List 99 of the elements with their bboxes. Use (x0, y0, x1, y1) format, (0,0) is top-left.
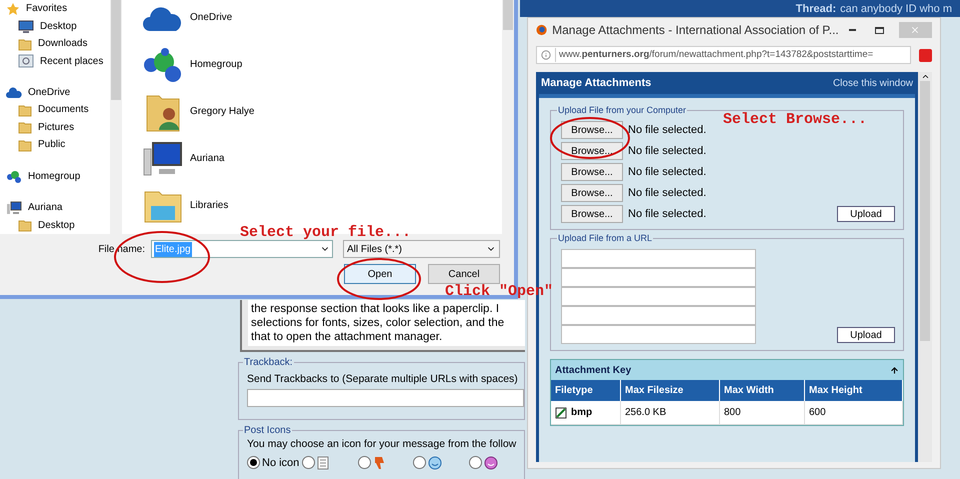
cancel-button[interactable]: Cancel (428, 264, 500, 284)
trackback-label: Send Trackbacks to (Separate multiple URLs with spaces) (247, 372, 519, 387)
message-text-line: selections for fonts, sizes, color selection, and the (251, 316, 506, 330)
nav-item[interactable]: Downloads (0, 34, 110, 52)
file-item[interactable]: Auriana (142, 135, 228, 182)
url-input[interactable] (561, 249, 756, 268)
file-status: No file selected. (628, 186, 706, 201)
thread-title: can anybody ID who m (840, 2, 952, 17)
radio-button[interactable] (302, 456, 316, 470)
computer-upload-legend: Upload File from your Computer (557, 104, 688, 118)
browse-button[interactable]: Browse... (561, 184, 623, 202)
info-icon (541, 50, 551, 60)
column-header: Filetype (551, 380, 621, 401)
table-cell: 600 (805, 401, 903, 425)
nav-item[interactable]: Public (0, 136, 110, 154)
browser-logo-icon (536, 24, 548, 36)
star-icon (6, 2, 20, 16)
radio-button[interactable] (358, 456, 371, 470)
upload-button[interactable]: Upload (837, 327, 895, 343)
document-icon (317, 456, 330, 470)
close-window-link[interactable]: Close this window (832, 76, 913, 90)
table-title: Attachment Key (555, 364, 632, 378)
column-header: Max Filesize (621, 380, 720, 401)
homegroup-icon (6, 169, 22, 184)
folder-icon (18, 218, 32, 232)
table-cell: bmp (551, 401, 621, 425)
url-text: www.penturners.org/forum/newattachment.php?t=143782&poststarttime= (555, 48, 874, 62)
homegroup-icon (143, 46, 183, 82)
post-icons-hint: You may choose an icon for your message from the follow (247, 436, 518, 452)
file-status: No file selected. (628, 144, 706, 159)
radio-button[interactable] (247, 456, 260, 470)
table-cell: 256.0 KB (621, 401, 720, 425)
window-title: Manage Attachments - International Association of P... (552, 22, 839, 39)
folder-icon (18, 102, 32, 117)
smiley-icon (484, 456, 498, 470)
scrollbar[interactable] (110, 0, 122, 234)
nav-item[interactable]: Favorites (0, 0, 110, 18)
url-input[interactable] (561, 306, 756, 325)
file-name-value: Elite.jpg (154, 242, 192, 256)
scrollbar[interactable] (918, 72, 932, 462)
url-input[interactable] (561, 287, 756, 306)
nav-item[interactable]: Auriana (0, 199, 110, 217)
file-status: No file selected. (628, 122, 706, 138)
smiley-icon (428, 456, 442, 470)
collapse-arrow-icon[interactable] (890, 366, 899, 374)
browse-button[interactable]: Browse... (561, 205, 623, 223)
folder-icon (18, 138, 32, 152)
address-bar[interactable]: www.penturners.org/forum/newattachment.php?t=143782&poststarttime= (536, 46, 911, 64)
nav-item[interactable]: Desktop (0, 216, 110, 234)
file-item[interactable]: Libraries (142, 182, 232, 229)
annotation-text: Select Browse... (723, 112, 868, 127)
url-input[interactable] (561, 325, 756, 344)
recent-places-icon (18, 54, 34, 68)
nav-item[interactable]: Recent places (0, 52, 110, 70)
extension-icon[interactable] (919, 48, 932, 62)
open-button[interactable]: Open (344, 264, 416, 284)
nav-item[interactable]: Homegroup (0, 168, 110, 186)
file-type-dropdown[interactable]: All Files (*.*) (343, 240, 500, 258)
file-item[interactable]: Homegroup (142, 41, 246, 88)
file-status: No file selected. (628, 206, 706, 222)
nav-item[interactable]: OneDrive (0, 84, 110, 102)
nav-item[interactable]: Documents (0, 101, 110, 119)
minimize-icon[interactable] (848, 29, 856, 31)
thread-label: Thread: (796, 2, 836, 17)
image-file-icon (555, 406, 567, 418)
upload-button[interactable]: Upload (837, 206, 895, 222)
column-header: Max Width (720, 380, 805, 401)
column-header: Max Height (805, 380, 903, 401)
cloud-icon (6, 86, 22, 99)
computer-icon (6, 200, 22, 215)
table-cell: 800 (720, 401, 805, 425)
file-item[interactable]: OneDrive (142, 0, 236, 41)
file-name-label: File name: (98, 242, 145, 256)
thumbs-down-icon (372, 456, 386, 470)
file-item[interactable]: Gregory Halye (142, 88, 258, 135)
folder-icon (18, 36, 32, 51)
maximize-icon[interactable] (875, 26, 884, 34)
annotation-text: Select your file... (240, 225, 412, 240)
trackback-input[interactable] (247, 388, 524, 407)
message-text-line: that to open the attachment manager. (251, 330, 444, 344)
close-icon (910, 25, 920, 35)
computer-icon (143, 140, 183, 176)
url-input[interactable] (561, 268, 756, 287)
radio-button[interactable] (468, 456, 482, 470)
nav-item[interactable]: Desktop (0, 17, 110, 35)
browse-button[interactable]: Browse... (561, 121, 623, 139)
scrollbar[interactable] (502, 0, 514, 234)
nav-item[interactable]: Pictures (0, 118, 110, 136)
radio-button[interactable] (413, 456, 426, 470)
scroll-up-icon[interactable] (920, 72, 930, 81)
browse-button[interactable]: Browse... (561, 163, 623, 181)
file-type-value: All Files (*.*) (347, 242, 402, 256)
message-text-line: the response section that looks like a paperclip. I (251, 302, 500, 316)
no-icon-label: No icon (262, 456, 300, 470)
folder-icon (18, 120, 32, 134)
page-heading: Manage Attachments (541, 76, 652, 91)
url-upload-legend: Upload File from a URL (557, 232, 654, 246)
monitor-icon (18, 20, 34, 33)
file-status: No file selected. (628, 164, 706, 180)
